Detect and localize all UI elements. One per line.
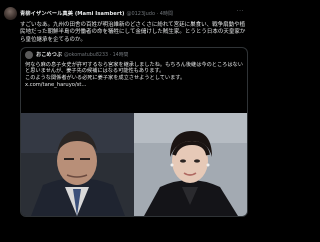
post-header: 青柳イザンベール真美 (Mami Isambert) @0123Judo · 4…	[4, 4, 246, 22]
author-avatar[interactable]	[4, 6, 17, 20]
quoted-post-link[interactable]: x.com/tane_haruyo/st...	[25, 82, 86, 88]
quoted-text-line2: このような関係者がいる必死に姜子家を成立させようとしています。	[25, 75, 186, 82]
more-options-icon[interactable]: ...	[237, 6, 244, 13]
quoted-author-handle: @okomatubu8233 · 14時間	[63, 53, 129, 59]
quoted-author-avatar	[25, 50, 33, 59]
quoted-post-text: 何なら麻の息子女史が許可するなら宮家を継承しましたね。もちろん後継は今のところは…	[21, 62, 247, 88]
post-card[interactable]: 青柳イザンベール真美 (Mami Isambert) @0123Judo · 4…	[0, 0, 250, 242]
quoted-post-header: おこめつぶ @okomatubu8233 · 14時間	[21, 48, 247, 62]
post-body: すごいなあ。九州の田舎の百姓が明治維新のどさくさに紛れて宮廷に巣食い、戦争扇動や…	[20, 22, 246, 43]
quoted-post[interactable]: おこめつぶ @okomatubu8233 · 14時間 何なら麻の息子女史が許可…	[20, 46, 248, 217]
author-handle[interactable]: @0123Judo · 4時間	[126, 10, 173, 17]
quoted-text-line1: 何なら麻の息子女史が許可するなら宮家を継承しましたね。もちろん後継は今のところは…	[25, 61, 243, 75]
photo-left	[21, 112, 134, 216]
photo-right	[134, 112, 247, 216]
man-photo	[21, 112, 134, 216]
quoted-author-name: おこめつぶ	[36, 52, 62, 59]
author-name[interactable]: 青柳イザンベール真美 (Mami Isambert)	[20, 9, 124, 17]
woman-photo	[134, 112, 247, 216]
quoted-post-image[interactable]	[21, 112, 247, 216]
